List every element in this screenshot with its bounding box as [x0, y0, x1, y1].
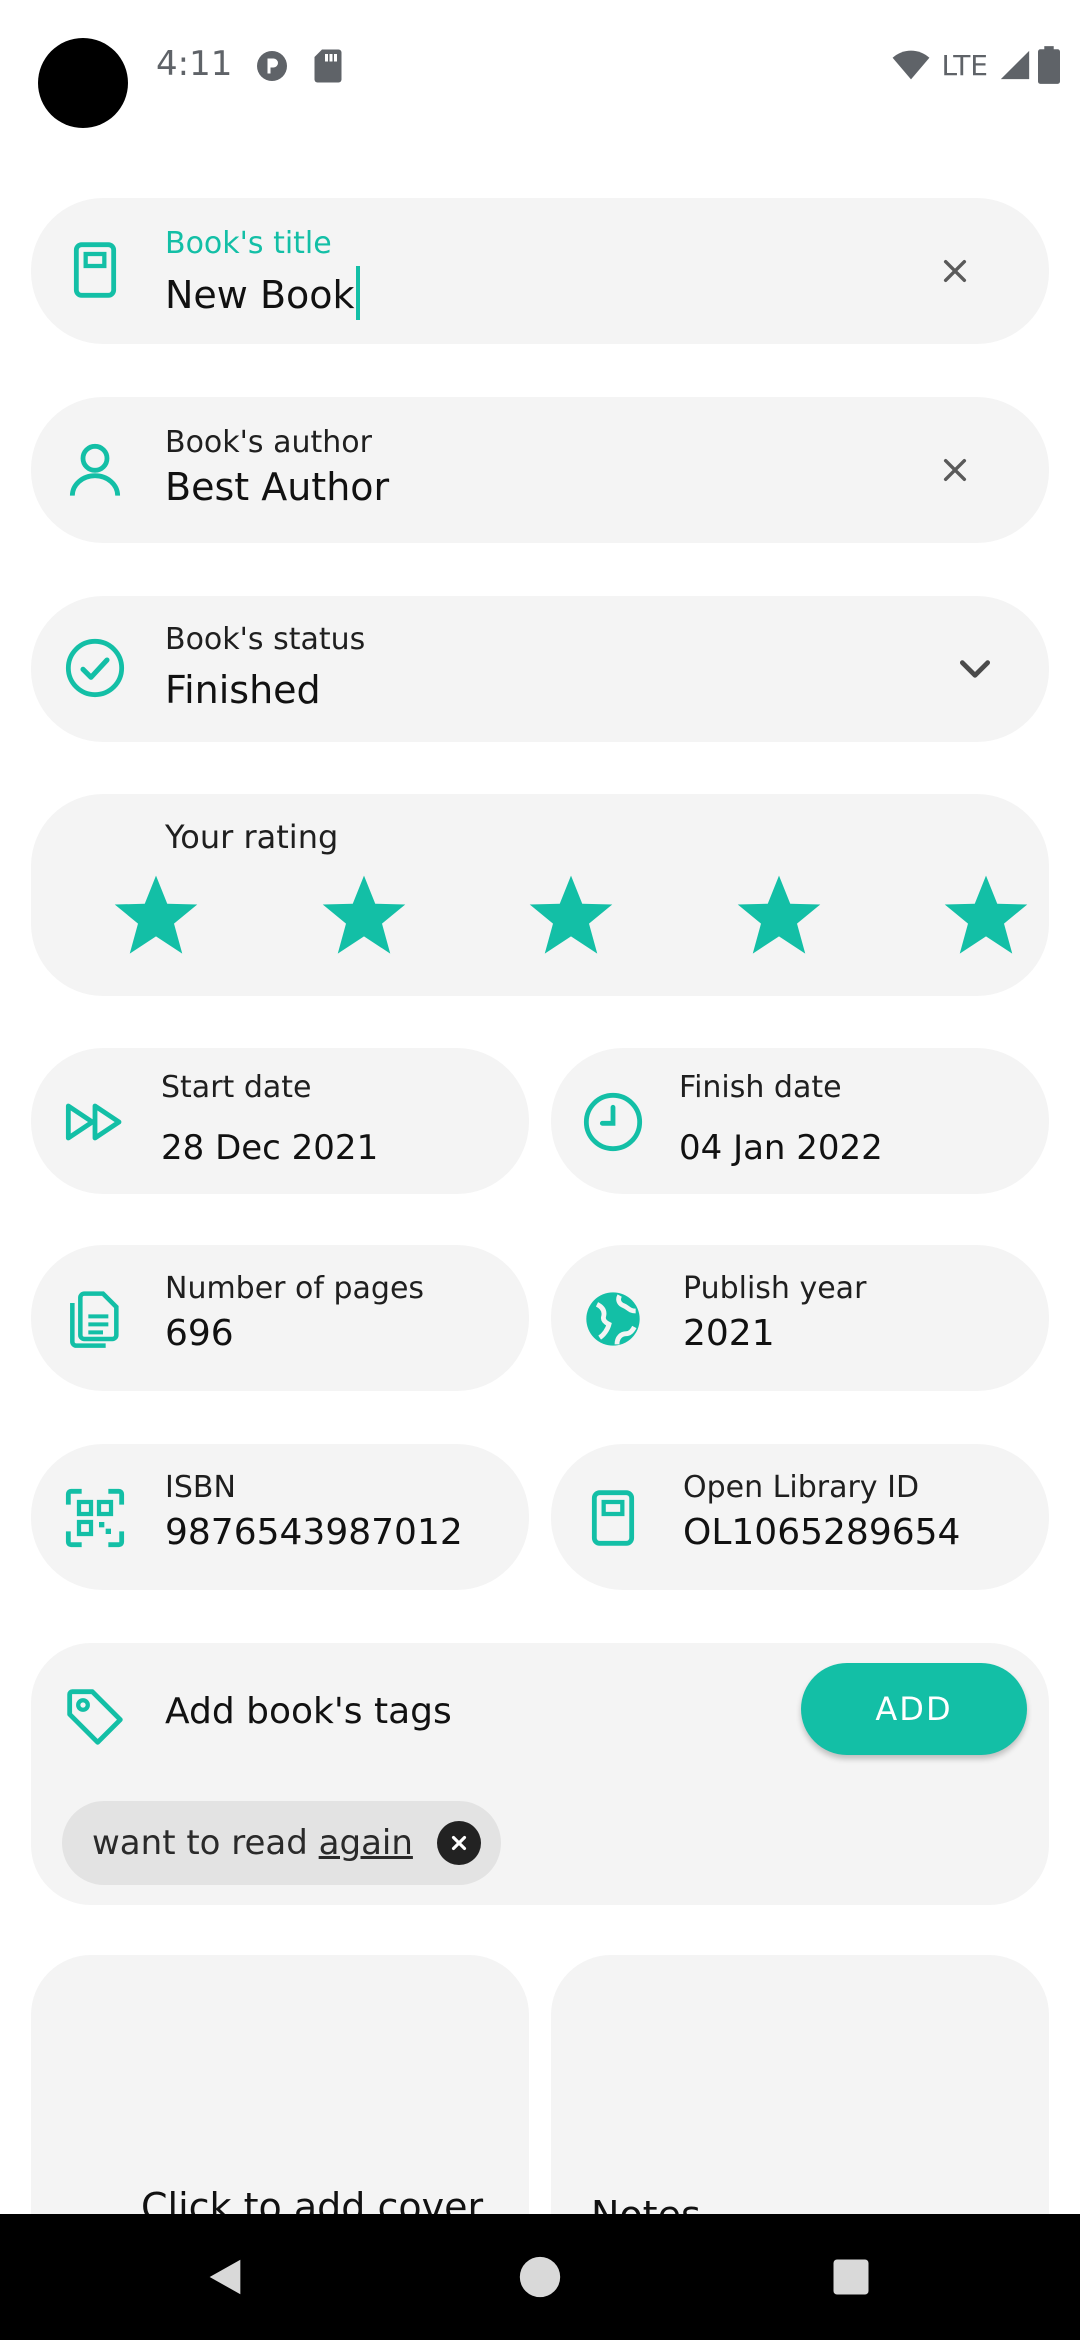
rating-label: Your rating	[165, 818, 339, 856]
navigation-bar	[0, 2214, 1080, 2340]
start-date-value: 28 Dec 2021	[161, 1128, 379, 1168]
clear-title-button[interactable]	[919, 235, 991, 307]
book-author-label: Book's author	[165, 425, 372, 460]
tag-chip[interactable]: want to read again	[62, 1801, 501, 1885]
back-icon	[209, 2259, 241, 2295]
tags-card: Add book's tags ADD want to read again	[31, 1643, 1049, 1905]
rating-card: Your rating	[31, 794, 1049, 996]
chevron-down-icon	[959, 660, 991, 678]
home-icon	[519, 2256, 561, 2298]
book-icon	[591, 1490, 635, 1546]
status-time: 4:11	[156, 44, 233, 84]
status-system-icons: LTE	[891, 46, 1060, 84]
start-date-label: Start date	[161, 1070, 312, 1105]
status-bar: 4:11 LTE	[0, 0, 1080, 130]
star-icon[interactable]	[526, 870, 616, 960]
tag-chip-text: want to read	[92, 1823, 319, 1863]
home-button[interactable]	[507, 2244, 573, 2310]
start-date-field[interactable]: Start date 28 Dec 2021	[31, 1048, 529, 1194]
finish-date-value: 04 Jan 2022	[679, 1128, 883, 1168]
clear-author-button[interactable]	[919, 434, 991, 506]
status-notification-icons	[254, 48, 344, 84]
book-title-input[interactable]: New Book	[165, 266, 360, 320]
book-status-value: Finished	[165, 668, 321, 712]
close-icon	[943, 458, 967, 482]
pages-icon	[70, 1291, 119, 1348]
back-button[interactable]	[192, 2244, 258, 2310]
pages-value: 696	[165, 1313, 234, 1354]
close-icon	[451, 1835, 466, 1851]
tag-chip-label: want to read again	[92, 1823, 413, 1863]
open-library-id-label: Open Library ID	[683, 1470, 920, 1505]
rating-stars	[111, 870, 1031, 960]
publish-year-value: 2021	[683, 1313, 775, 1354]
close-icon	[943, 259, 967, 283]
open-library-id-field[interactable]: Open Library ID OL1065289654	[551, 1444, 1049, 1590]
tags-input[interactable]: Add book's tags	[165, 1691, 452, 1732]
star-icon[interactable]	[941, 870, 1031, 960]
battery-icon	[1038, 46, 1060, 84]
book-title-value: New Book	[165, 273, 355, 317]
recents-button[interactable]	[818, 2244, 884, 2310]
book-title-field[interactable]: Book's title New Book	[31, 198, 1049, 344]
publish-year-field[interactable]: Publish year 2021	[551, 1245, 1049, 1391]
wifi-icon	[893, 50, 930, 80]
qr-code-icon	[65, 1488, 125, 1548]
isbn-label: ISBN	[165, 1470, 236, 1505]
open-library-id-value: OL1065289654	[683, 1512, 961, 1553]
book-status-dropdown[interactable]: Book's status Finished	[31, 596, 1049, 742]
add-tag-button[interactable]: ADD	[801, 1663, 1027, 1755]
remove-tag-button[interactable]	[436, 1821, 481, 1865]
book-author-field[interactable]: Book's author Best Author	[31, 397, 1049, 543]
network-type: LTE	[941, 48, 988, 82]
camera-cutout	[38, 38, 128, 128]
check-circle-icon	[65, 638, 125, 698]
book-status-label: Book's status	[165, 622, 366, 657]
publish-year-label: Publish year	[683, 1271, 867, 1306]
edit-book-screen: 4:11 LTE Book's title New Book Book's au…	[0, 0, 1080, 2340]
clock-icon	[583, 1092, 643, 1152]
globe-icon	[586, 1292, 640, 1346]
finish-date-field[interactable]: Finish date 04 Jan 2022	[551, 1048, 1049, 1194]
book-title-label: Book's title	[165, 226, 332, 261]
book-author-input[interactable]: Best Author	[165, 465, 389, 509]
star-icon[interactable]	[319, 870, 409, 960]
sd-card-icon	[314, 49, 342, 83]
pages-field[interactable]: Number of pages 696	[31, 1245, 529, 1391]
notification-icon	[257, 51, 287, 81]
book-icon	[73, 242, 117, 298]
tag-icon	[67, 1689, 123, 1745]
tag-chip-text-underlined: again	[318, 1823, 413, 1863]
star-icon[interactable]	[111, 870, 201, 960]
status-dropdown-toggle[interactable]	[939, 633, 1011, 705]
text-cursor	[355, 266, 360, 320]
isbn-value: 9876543987012	[165, 1512, 463, 1553]
isbn-field[interactable]: ISBN 9876543987012	[31, 1444, 529, 1590]
fast-forward-icon	[65, 1103, 122, 1141]
person-icon	[69, 443, 121, 496]
pages-label: Number of pages	[165, 1271, 425, 1306]
recents-icon	[833, 2259, 869, 2295]
finish-date-label: Finish date	[679, 1070, 842, 1105]
signal-icon	[1000, 50, 1030, 80]
star-icon[interactable]	[734, 870, 824, 960]
